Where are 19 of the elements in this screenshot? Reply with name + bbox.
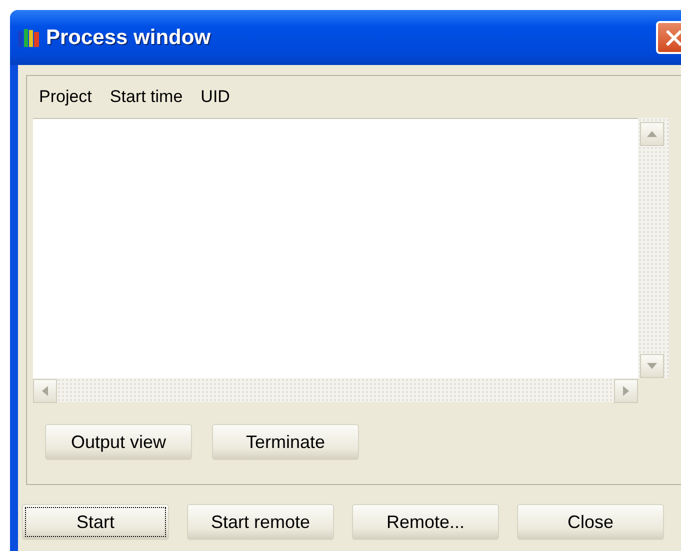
dialog-button[interactable]: Close: [517, 504, 664, 540]
panel-button[interactable]: Output view: [45, 424, 192, 460]
right-arrow-icon[interactable]: [623, 386, 629, 396]
close-button[interactable]: [656, 21, 681, 54]
column-header[interactable]: Project: [39, 87, 92, 107]
column-header[interactable]: Start time: [110, 87, 183, 107]
vertical-scrollbar[interactable]: [638, 118, 669, 378]
window-title: Process window: [46, 26, 211, 50]
up-arrow-icon[interactable]: [647, 131, 657, 137]
dialog-button[interactable]: Start: [22, 504, 169, 540]
app-icon: [18, 26, 40, 48]
close-icon: [664, 28, 681, 48]
down-arrow-icon[interactable]: [647, 363, 657, 369]
panel-button[interactable]: Terminate: [212, 424, 359, 460]
dialog-button[interactable]: Start remote: [187, 504, 334, 540]
left-arrow-icon[interactable]: [42, 386, 48, 396]
horizontal-scrollbar[interactable]: [33, 378, 638, 402]
column-header[interactable]: UID: [200, 87, 230, 107]
dialog-button[interactable]: Remote...: [352, 504, 499, 540]
